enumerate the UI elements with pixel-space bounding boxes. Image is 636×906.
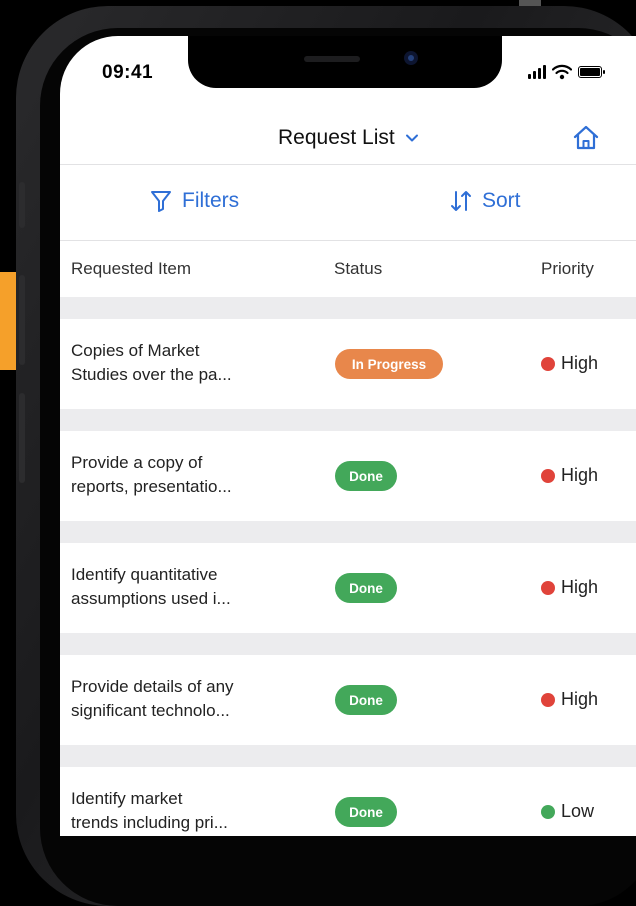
toolbar: Filters Sort [60, 165, 636, 241]
item-line: trends including pri... [71, 813, 228, 832]
row-separator [60, 297, 636, 319]
table-row[interactable]: Identify quantitative assumptions used i… [60, 543, 636, 633]
item-line: Copies of Market [71, 341, 200, 360]
home-icon[interactable] [572, 124, 600, 152]
item-line: Identify quantitative [71, 565, 218, 584]
status-badge: Done [335, 573, 397, 603]
sort-button[interactable]: Sort [450, 189, 521, 213]
table-row[interactable]: Provide a copy of reports, presentatio..… [60, 431, 636, 521]
requested-item: Identify market trends including pri... [71, 787, 286, 835]
priority-dot-icon [541, 580, 555, 595]
priority-indicator: High [541, 689, 598, 710]
status-badge: Done [335, 461, 397, 491]
priority-indicator: High [541, 577, 598, 598]
header-requested-item[interactable]: Requested Item [71, 259, 191, 279]
page-title: Request List [278, 126, 395, 149]
priority-dot-icon [541, 692, 555, 707]
speaker-grille [304, 56, 360, 62]
priority-label: Low [561, 801, 595, 821]
mute-switch [19, 182, 25, 228]
requested-item: Provide details of any significant techn… [71, 675, 286, 723]
priority-dot-icon [541, 356, 555, 371]
row-separator [60, 409, 636, 431]
priority-indicator: Low [541, 801, 594, 822]
status-time: 09:41 [102, 62, 154, 83]
priority-label: High [561, 465, 599, 485]
front-camera [404, 51, 418, 65]
requested-item: Identify quantitative assumptions used i… [71, 563, 286, 611]
wifi-icon [552, 64, 572, 80]
item-line: reports, presentatio... [71, 477, 232, 496]
item-line: Provide details of any [71, 677, 234, 696]
volume-down-button [19, 393, 25, 483]
row-separator [60, 745, 636, 767]
filter-icon [151, 191, 171, 212]
item-line: Provide a copy of [71, 453, 203, 472]
filters-button[interactable]: Filters [150, 189, 239, 213]
item-line: Identify market [71, 789, 183, 808]
navbar: Request List [60, 106, 636, 165]
table-row[interactable]: Provide details of any significant techn… [60, 655, 636, 745]
signal-icon [528, 65, 546, 79]
notch [188, 36, 502, 88]
header-priority[interactable]: Priority [541, 259, 594, 279]
filters-label: Filters [182, 189, 240, 212]
table-row[interactable]: Copies of Market Studies over the pa... … [60, 319, 636, 409]
request-rows: Copies of Market Studies over the pa... … [60, 297, 636, 836]
priority-indicator: High [541, 465, 598, 486]
sort-label: Sort [482, 189, 521, 212]
chevron-down-icon [405, 134, 418, 142]
item-line: Studies over the pa... [71, 365, 232, 384]
table-header: Requested Item Status Priority [60, 241, 636, 297]
row-separator [60, 633, 636, 655]
status-badge: Done [335, 685, 397, 715]
requested-item: Provide a copy of reports, presentatio..… [71, 451, 286, 499]
table-row[interactable]: Identify market trends including pri... … [60, 767, 636, 836]
volume-up-button [19, 275, 25, 365]
header-status[interactable]: Status [334, 259, 382, 279]
requested-item: Copies of Market Studies over the pa... [71, 339, 286, 387]
item-line: significant technolo... [71, 701, 230, 720]
sort-icon [451, 191, 471, 211]
priority-label: High [561, 577, 599, 597]
priority-label: High [561, 353, 599, 373]
status-badge: In Progress [335, 349, 443, 379]
phone-screen: 09:41 Request List Filters Sort Requeste… [60, 36, 636, 836]
priority-dot-icon [541, 804, 555, 819]
request-list-selector[interactable]: Request List [278, 126, 419, 150]
status-badge: Done [335, 797, 397, 827]
row-separator [60, 521, 636, 543]
battery-icon [578, 66, 605, 78]
priority-indicator: High [541, 353, 598, 374]
item-line: assumptions used i... [71, 589, 231, 608]
priority-label: High [561, 689, 599, 709]
priority-dot-icon [541, 468, 555, 483]
status-icons [528, 64, 605, 80]
